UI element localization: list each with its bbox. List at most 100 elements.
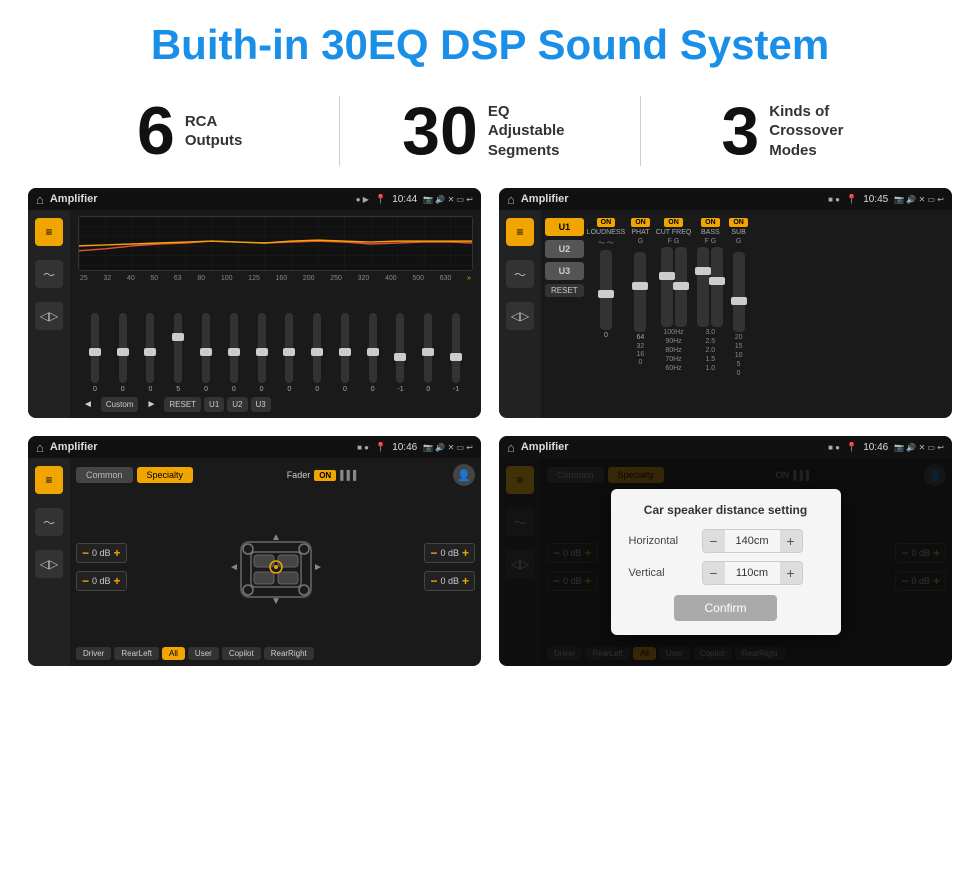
u2-btn[interactable]: U2 [227,397,247,412]
plus-bl[interactable]: + [114,574,121,588]
wave-icon[interactable]: 〜 [35,260,63,288]
reset-btn-2[interactable]: RESET [545,284,584,297]
on-badge-cutfreq[interactable]: ON [664,218,683,227]
horizontal-minus[interactable]: − [703,530,725,552]
preset-u2[interactable]: U2 [545,240,584,258]
track-bass-f[interactable] [697,247,709,327]
eq-icon-3[interactable]: ≡ [35,466,63,494]
thumb-loudness[interactable] [598,290,614,298]
track-loudness[interactable] [600,250,612,330]
plus-tl[interactable]: + [114,546,121,560]
thumb-bass-f[interactable] [695,267,711,275]
u3-btn[interactable]: U3 [251,397,271,412]
slider-track-0[interactable] [91,313,99,383]
slider-thumb-6[interactable] [256,348,268,356]
slider-track-2[interactable] [146,313,154,383]
confirm-button[interactable]: Confirm [674,595,776,621]
home-icon-4[interactable]: ⌂ [507,440,515,455]
slider-track-8[interactable] [313,313,321,383]
home-icon-1[interactable]: ⌂ [36,192,44,207]
tab-common[interactable]: Common [76,467,133,483]
slider-track-1[interactable] [119,313,127,383]
track-cutfreq-g[interactable] [675,247,687,327]
slider-thumb-5[interactable] [228,348,240,356]
btn-user[interactable]: User [188,647,219,660]
slider-track-5[interactable] [230,313,238,383]
custom-btn[interactable]: Custom [101,397,139,412]
slider-thumb-3[interactable] [172,333,184,341]
btn-copilot[interactable]: Copilot [222,647,261,660]
on-badge-bass[interactable]: ON [701,218,720,227]
minus-tl[interactable]: − [82,546,89,560]
fader-toggle[interactable]: ON [314,470,336,481]
track-sub[interactable] [733,252,745,332]
expand-icon[interactable]: » [467,275,471,282]
slider-thumb-1[interactable] [117,348,129,356]
u1-btn[interactable]: U1 [204,397,224,412]
minus-br[interactable]: − [430,574,437,588]
slider-thumb-11[interactable] [394,353,406,361]
on-badge-phat[interactable]: ON [631,218,650,227]
speaker-icon-3[interactable]: ◁▷ [35,550,63,578]
slider-thumb-2[interactable] [144,348,156,356]
speaker-icon[interactable]: ◁▷ [35,302,63,330]
vertical-plus[interactable]: + [780,562,802,584]
time-4: 10:46 [863,442,888,453]
on-badge-sub[interactable]: ON [729,218,748,227]
slider-track-6[interactable] [258,313,266,383]
btn-driver[interactable]: Driver [76,647,111,660]
track-bass-g[interactable] [711,247,723,327]
thumb-bass-g[interactable] [709,277,725,285]
minus-tr[interactable]: − [430,546,437,560]
thumb-cutfreq-g[interactable] [673,282,689,290]
plus-br[interactable]: + [462,574,469,588]
slider-track-7[interactable] [285,313,293,383]
prev-btn[interactable]: ◄ [78,397,98,412]
wave-icon-3[interactable]: 〜 [35,508,63,536]
thumb-sub[interactable] [731,297,747,305]
slider-thumb-7[interactable] [283,348,295,356]
vertical-minus[interactable]: − [703,562,725,584]
freq-400: 400 [385,275,397,282]
side-panel-3: ≡ 〜 ◁▷ [28,458,70,666]
home-icon-2[interactable]: ⌂ [507,192,515,207]
slider-thumb-9[interactable] [339,348,351,356]
slider-thumb-10[interactable] [367,348,379,356]
reset-btn[interactable]: RESET [164,397,201,412]
btn-rearright[interactable]: RearRight [264,647,314,660]
track-phat[interactable] [634,252,646,332]
preset-u1[interactable]: U1 [545,218,584,236]
thumb-phat[interactable] [632,282,648,290]
slider-track-4[interactable] [202,313,210,383]
car-diagram-area: ▲ ▼ ◄ ► [133,522,419,612]
slider-track-3[interactable] [174,313,182,383]
slider-track-11[interactable] [396,313,404,383]
btn-rearleft[interactable]: RearLeft [114,647,159,660]
vertical-label: Vertical [629,567,694,579]
track-cutfreq-f[interactable] [661,247,673,327]
preset-u3[interactable]: U3 [545,262,584,280]
slider-thumb-0[interactable] [89,348,101,356]
home-icon-3[interactable]: ⌂ [36,440,44,455]
tab-specialty[interactable]: Specialty [137,467,194,483]
on-badge-loudness[interactable]: ON [597,218,616,227]
slider-track-12[interactable] [424,313,432,383]
eq-icon-2[interactable]: ≡ [506,218,534,246]
btn-all[interactable]: All [162,647,185,660]
slider-track-10[interactable] [369,313,377,383]
slider-thumb-13[interactable] [450,353,462,361]
wave-icon-2[interactable]: 〜 [506,260,534,288]
db-control-tr: − 0 dB + [424,543,475,563]
slider-thumb-12[interactable] [422,348,434,356]
plus-tr[interactable]: + [462,546,469,560]
slider-track-9[interactable] [341,313,349,383]
play-btn[interactable]: ► [141,397,161,412]
slider-track-13[interactable] [452,313,460,383]
thumb-cutfreq-f[interactable] [659,272,675,280]
slider-thumb-8[interactable] [311,348,323,356]
slider-thumb-4[interactable] [200,348,212,356]
minus-bl[interactable]: − [82,574,89,588]
eq-icon[interactable]: ≡ [35,218,63,246]
horizontal-plus[interactable]: + [780,530,802,552]
speaker-icon-2[interactable]: ◁▷ [506,302,534,330]
